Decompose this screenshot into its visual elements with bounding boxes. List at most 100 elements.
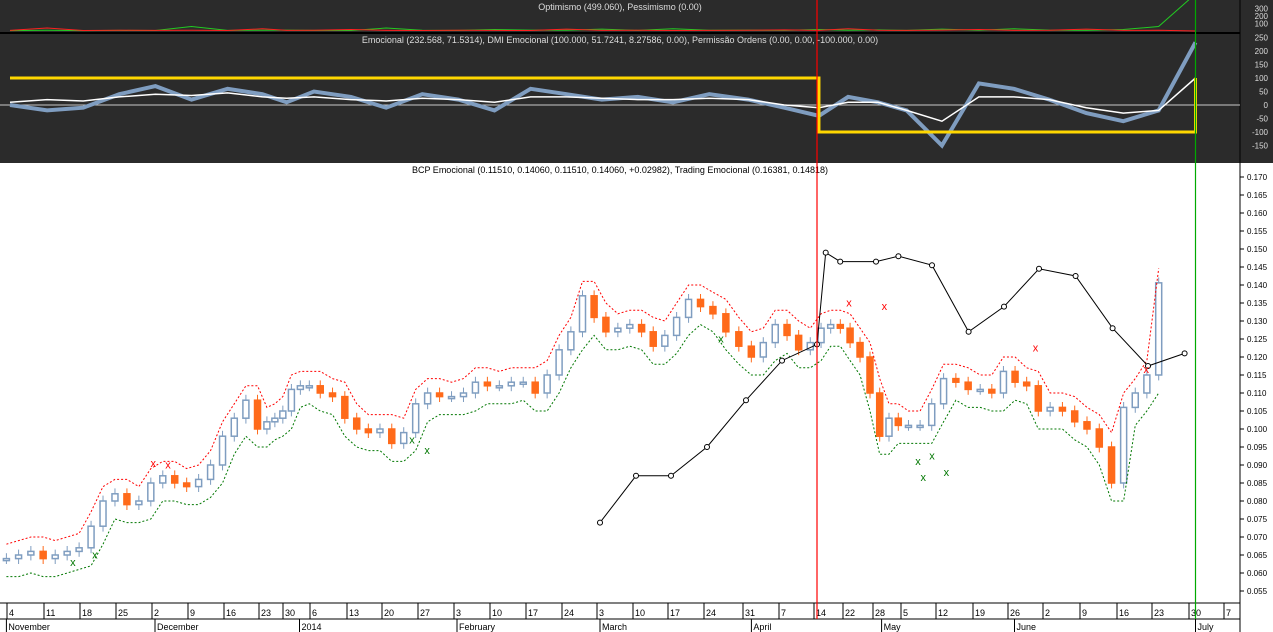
trading-emocional-point [1109, 325, 1116, 332]
month-label: March [602, 622, 627, 632]
trading-emocional-point [822, 249, 829, 256]
candle [471, 381, 480, 394]
x-tick-label: 3 [456, 608, 461, 618]
candle [794, 334, 803, 351]
y-tick-label: -50 [1256, 115, 1268, 124]
y-tick-label: -150 [1252, 142, 1269, 151]
candle [614, 327, 622, 333]
candle [135, 500, 143, 506]
candle [51, 554, 59, 560]
candle [626, 323, 634, 329]
candle [279, 410, 287, 419]
x-tick-label: 7 [781, 608, 786, 618]
candle [836, 323, 845, 329]
y-tick-label: 0.065 [1247, 551, 1268, 560]
candle [964, 381, 972, 391]
candle [423, 392, 432, 405]
candle [939, 377, 948, 405]
candle [1058, 406, 1067, 412]
candle [1022, 381, 1031, 387]
x-tick-label: 30 [285, 608, 295, 618]
candle [287, 388, 296, 412]
candle [388, 428, 396, 445]
candle [709, 305, 717, 315]
candle [672, 316, 681, 337]
x-tick-label: 25 [118, 608, 128, 618]
y-tick-label: 0.070 [1247, 533, 1268, 542]
y-tick-label: 0.150 [1247, 245, 1268, 254]
x-tick-label: 4 [9, 608, 14, 618]
y-tick-label: 0.120 [1247, 353, 1268, 362]
candle [531, 381, 539, 394]
y-tick-label: -100 [1252, 128, 1269, 137]
x-tick-label: 31 [745, 608, 755, 618]
x-tick-label: 20 [384, 608, 394, 618]
candle [305, 385, 314, 389]
candle [519, 381, 527, 385]
x-tick-label: 18 [82, 608, 92, 618]
month-label: 2014 [302, 622, 322, 632]
chart-canvas: Optimismo (499.060), Pessimismo (0.00) E… [0, 0, 1273, 632]
lower-band-line [6, 323, 1160, 578]
buy-signal-marker: x [92, 550, 98, 562]
y-tick-label: 0.110 [1247, 389, 1267, 398]
candle [271, 417, 279, 423]
y-tick-label: 0.075 [1247, 515, 1268, 524]
x-tick-label: 11 [46, 608, 55, 618]
y-tick-label: 250 [1255, 34, 1269, 43]
candle [759, 341, 768, 358]
x-tick-label: 16 [1119, 608, 1129, 618]
sell-signal-marker: x [1144, 364, 1150, 376]
candle [952, 377, 960, 383]
y-tick-label: 0.145 [1247, 263, 1268, 272]
month-label: December [157, 622, 199, 632]
y-tick-label: 0.165 [1247, 191, 1268, 200]
candle [435, 392, 444, 398]
candle [543, 374, 551, 394]
y-tick-label: 0.080 [1247, 497, 1268, 506]
candle [927, 403, 936, 427]
buy-signal-marker: x [70, 557, 76, 569]
candle [206, 464, 215, 481]
candle [817, 327, 825, 344]
trading-chart: Optimismo (499.060), Pessimismo (0.00) E… [0, 0, 1273, 632]
candle [194, 478, 203, 488]
x-tick-label: 2 [1045, 608, 1050, 618]
trading-emocional-point [1181, 350, 1188, 357]
sell-signal-marker: x [846, 298, 852, 310]
x-tick-label: 12 [938, 608, 948, 618]
candle [39, 550, 47, 560]
candle [904, 424, 913, 429]
candle [1083, 421, 1091, 430]
candle [63, 550, 71, 556]
candle [75, 547, 83, 553]
candle [483, 381, 492, 387]
emotional-title: Emocional (232.568, 71.5314), DMI Emocio… [362, 35, 878, 45]
sell-signal-marker: x [882, 301, 888, 313]
candle [399, 431, 408, 445]
x-tick-label: 26 [1010, 608, 1020, 618]
candle [846, 327, 854, 344]
candle [826, 323, 835, 329]
buy-signal-marker: x [424, 445, 430, 457]
trading-emocional-point [704, 444, 710, 450]
candle [735, 331, 743, 347]
candle [111, 493, 119, 502]
candle [159, 475, 167, 484]
month-label: February [459, 622, 496, 632]
candle [14, 554, 23, 560]
sell-signal-marker: x [165, 460, 171, 472]
candle [722, 313, 730, 333]
candle [747, 345, 756, 358]
buy-signal-marker: x [915, 456, 921, 468]
candle [99, 500, 107, 527]
candle [253, 399, 262, 430]
candle [1070, 410, 1079, 423]
trading-emocional-point [837, 258, 844, 265]
candle [1011, 370, 1019, 383]
month-label: April [753, 622, 771, 632]
candle [783, 323, 791, 337]
y-tick-label: 0.140 [1247, 281, 1268, 290]
candle [296, 385, 305, 391]
candle [411, 403, 420, 434]
